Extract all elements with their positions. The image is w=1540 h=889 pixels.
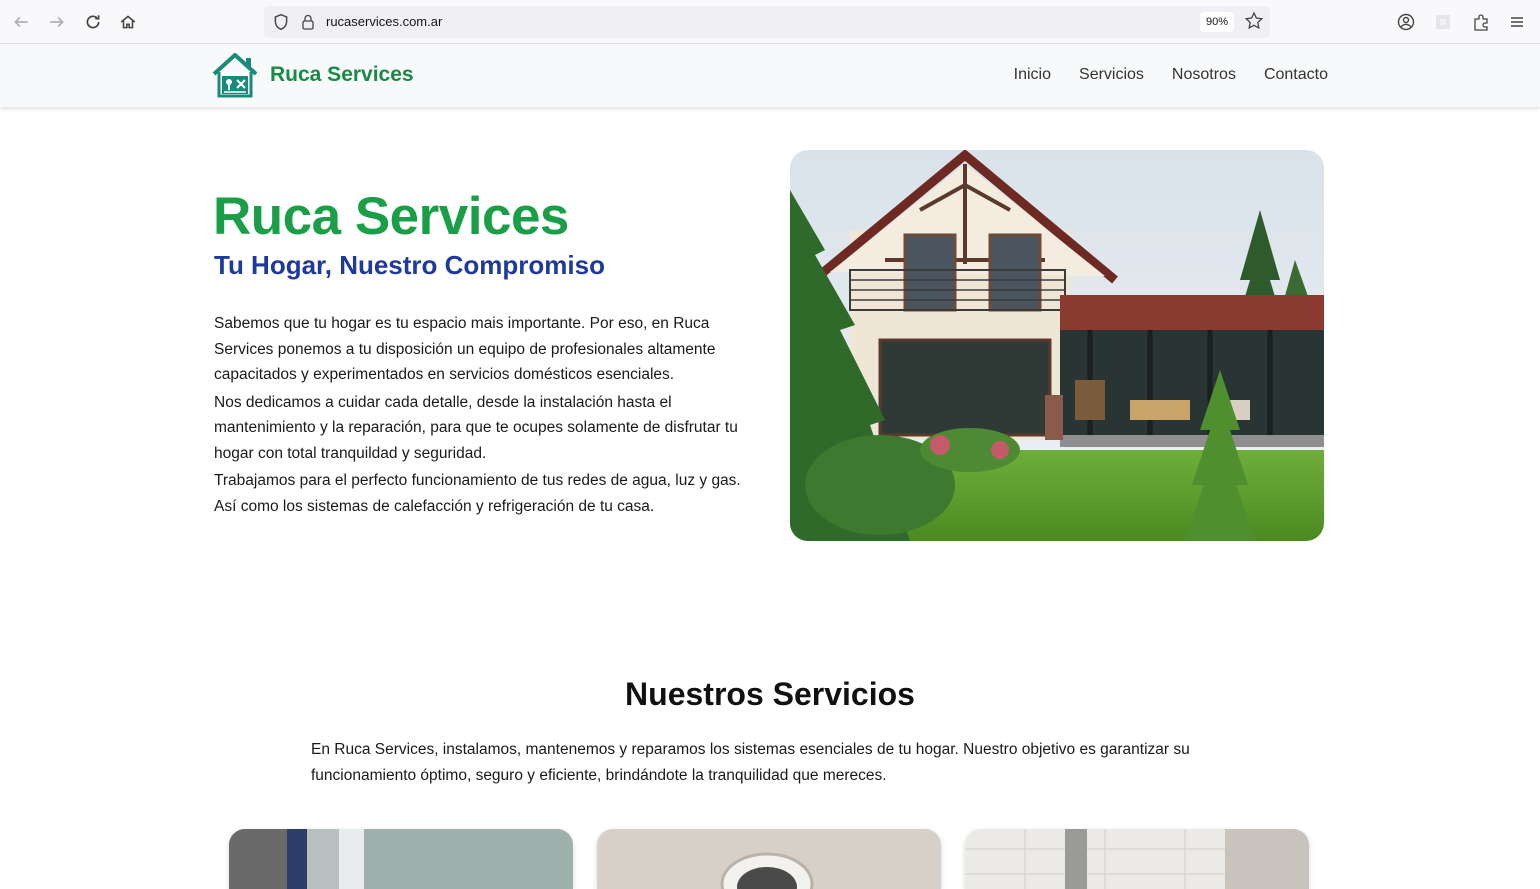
back-icon[interactable]: [9, 10, 33, 34]
star-icon[interactable]: [1244, 11, 1264, 36]
brand-logo[interactable]: Ruca Services: [212, 52, 414, 98]
lock-icon[interactable]: [300, 13, 316, 36]
house-logo-icon: [212, 53, 258, 98]
browser-toolbar: rucaservices.com.ar 90%: [0, 0, 1540, 44]
main-nav: Inicio Servicios Nosotros Contacto: [1014, 66, 1328, 84]
nav-link-servicios[interactable]: Servicios: [1079, 66, 1144, 84]
puzzle-icon[interactable]: [1469, 10, 1493, 34]
hero-paragraph: Sabemos que tu hogar es tu espacio mais …: [214, 315, 716, 383]
hero-title: Ruca Services: [213, 187, 569, 246]
forward-icon[interactable]: [45, 10, 69, 34]
zoom-badge[interactable]: 90%: [1199, 12, 1234, 32]
extension-icon[interactable]: [1431, 10, 1455, 34]
services-description: En Ruca Services, instalamos, mantenemos…: [311, 741, 1190, 784]
services-title: Nuestros Servicios: [625, 676, 915, 712]
hero-paragraph: Nos dedicamos a cuidar cada detalle, des…: [214, 393, 738, 462]
menu-icon[interactable]: [1505, 10, 1529, 34]
url-text[interactable]: rucaservices.com.ar: [326, 14, 442, 29]
service-card-image[interactable]: [229, 829, 573, 889]
shield-icon[interactable]: [272, 13, 290, 36]
nav-link-inicio[interactable]: Inicio: [1014, 66, 1051, 84]
hero-subtitle: Tu Hogar, Nuestro Compromiso: [214, 250, 605, 280]
house-photo: [790, 150, 1324, 541]
service-card-image[interactable]: [965, 829, 1309, 889]
hero-paragraph: Trabajamos para el perfecto funcionamien…: [214, 472, 741, 515]
home-icon[interactable]: [116, 10, 140, 34]
hero-text: Sabemos que tu hogar es tu espacio mais …: [214, 311, 754, 519]
account-icon[interactable]: [1394, 10, 1418, 34]
reload-icon[interactable]: [81, 10, 105, 34]
nav-link-contacto[interactable]: Contacto: [1264, 66, 1328, 84]
site-header: Ruca Services Inicio Servicios Nosotros …: [0, 44, 1540, 107]
brand-name[interactable]: Ruca Services: [270, 63, 414, 87]
nav-link-nosotros[interactable]: Nosotros: [1172, 66, 1236, 84]
service-card-image[interactable]: [597, 829, 941, 889]
url-bar[interactable]: rucaservices.com.ar 90%: [264, 6, 1270, 38]
